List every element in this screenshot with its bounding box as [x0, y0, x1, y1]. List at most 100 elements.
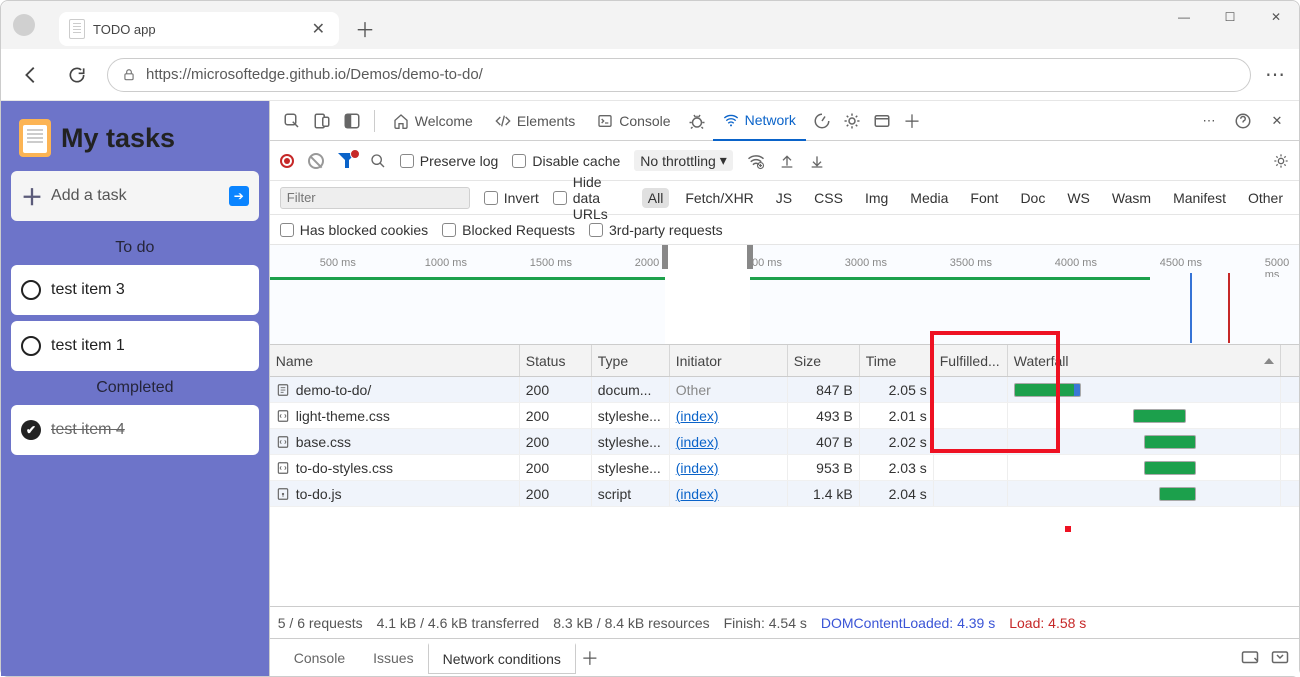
- filter-type-other[interactable]: Other: [1242, 188, 1289, 208]
- app-heading: My tasks: [61, 123, 175, 154]
- tab-close-button[interactable]: ✕: [308, 19, 329, 39]
- memory-tab[interactable]: [838, 107, 866, 135]
- inspect-element-button[interactable]: [278, 107, 306, 135]
- close-window-button[interactable]: ✕: [1253, 1, 1299, 33]
- drawer-tab-network-conditions[interactable]: Network conditions: [428, 643, 576, 674]
- back-button[interactable]: [15, 59, 47, 91]
- address-bar[interactable]: https://microsoftedge.github.io/Demos/de…: [107, 58, 1251, 92]
- task-checkbox[interactable]: [21, 336, 41, 356]
- tab-welcome[interactable]: Welcome: [383, 101, 483, 141]
- reload-button[interactable]: [61, 59, 93, 91]
- disable-cache-checkbox[interactable]: Disable cache: [512, 153, 620, 169]
- col-fulfilled[interactable]: Fulfilled...: [934, 345, 1008, 376]
- page-favicon: [69, 19, 85, 39]
- record-button[interactable]: [280, 154, 294, 168]
- filter-type-media[interactable]: Media: [904, 188, 954, 208]
- request-row[interactable]: to-do.js200script(index)1.4 kB2.04 s: [270, 481, 1299, 507]
- blocked-requests-checkbox[interactable]: Blocked Requests: [442, 222, 575, 238]
- network-timeline[interactable]: 500 ms1000 ms1500 ms2000 ms2500 ms3000 m…: [270, 245, 1299, 345]
- task-label: test item 1: [51, 337, 125, 355]
- browser-menu-button[interactable]: ⋯: [1265, 62, 1285, 87]
- drawer-add-tab[interactable]: ＋: [576, 644, 604, 672]
- invert-checkbox[interactable]: Invert: [484, 190, 539, 206]
- dock-button[interactable]: [338, 107, 366, 135]
- navigation-bar: https://microsoftedge.github.io/Demos/de…: [1, 49, 1299, 101]
- clipboard-icon: [19, 119, 51, 157]
- filter-type-fetchxhr[interactable]: Fetch/XHR: [679, 188, 759, 208]
- task-checkmark-icon[interactable]: ✔: [21, 420, 41, 440]
- preserve-log-checkbox[interactable]: Preserve log: [400, 153, 499, 169]
- window-controls: — ☐ ✕: [1161, 1, 1299, 33]
- filter-input[interactable]: [280, 187, 470, 209]
- drawer-tab-console[interactable]: Console: [280, 644, 359, 672]
- devtools-more-button[interactable]: ⋯: [1195, 107, 1223, 135]
- throttling-dropdown[interactable]: No throttling▾: [634, 150, 733, 171]
- profile-avatar[interactable]: [13, 14, 35, 36]
- maximize-button[interactable]: ☐: [1207, 1, 1253, 33]
- filter-type-all[interactable]: All: [642, 188, 670, 208]
- task-checkbox[interactable]: [21, 280, 41, 300]
- clear-button[interactable]: [308, 153, 324, 169]
- request-row[interactable]: to-do-styles.css200styleshe...(index)953…: [270, 455, 1299, 481]
- minimize-button[interactable]: —: [1161, 1, 1207, 33]
- timeline-tick: 4000 ms: [1055, 257, 1097, 269]
- submit-arrow-icon[interactable]: ➔: [229, 186, 249, 206]
- filter-type-doc[interactable]: Doc: [1014, 188, 1051, 208]
- tab-console[interactable]: Console: [587, 101, 680, 141]
- task-item[interactable]: test item 3: [11, 265, 259, 315]
- url-text: https://microsoftedge.github.io/Demos/de…: [146, 66, 483, 83]
- request-row[interactable]: demo-to-do/200docum...Other847 B2.05 s: [270, 377, 1299, 403]
- request-row[interactable]: base.css200styleshe...(index)407 B2.02 s: [270, 429, 1299, 455]
- timeline-tick: 4500 ms: [1160, 257, 1202, 269]
- home-icon: [393, 113, 409, 129]
- col-size[interactable]: Size: [788, 345, 860, 376]
- close-devtools-button[interactable]: ✕: [1263, 107, 1291, 135]
- col-initiator[interactable]: Initiator: [670, 345, 788, 376]
- drawer-command-icon[interactable]: [1241, 650, 1259, 666]
- col-waterfall[interactable]: Waterfall: [1008, 345, 1281, 376]
- performance-tab[interactable]: [808, 107, 836, 135]
- search-icon[interactable]: [370, 153, 386, 169]
- blocked-cookies-checkbox[interactable]: Has blocked cookies: [280, 222, 428, 238]
- section-todo-label: To do: [11, 237, 259, 265]
- filter-type-font[interactable]: Font: [964, 188, 1004, 208]
- add-task-input[interactable]: ＋ Add a task ➔: [11, 171, 259, 221]
- table-header: Name Status Type Initiator Size Time Ful…: [270, 345, 1299, 377]
- browser-tab[interactable]: TODO app ✕: [59, 12, 339, 46]
- drawer-close-icon[interactable]: [1271, 650, 1289, 666]
- tab-network[interactable]: Network: [713, 101, 806, 141]
- devtools-tabs: Welcome Elements Console Network ＋ ⋯ ✕: [270, 101, 1299, 141]
- filter-type-js[interactable]: JS: [770, 188, 798, 208]
- filter-type-wasm[interactable]: Wasm: [1106, 188, 1157, 208]
- todo-app-panel: My tasks ＋ Add a task ➔ To do test item …: [1, 101, 269, 676]
- drawer-tab-issues[interactable]: Issues: [359, 644, 427, 672]
- filter-type-ws[interactable]: WS: [1061, 188, 1096, 208]
- settings-icon[interactable]: [1273, 153, 1289, 169]
- application-tab[interactable]: [868, 107, 896, 135]
- request-row[interactable]: light-theme.css200styleshe...(index)493 …: [270, 403, 1299, 429]
- new-tab-button[interactable]: ＋: [355, 14, 375, 43]
- filter-type-img[interactable]: Img: [859, 188, 894, 208]
- filter-toggle-button[interactable]: [338, 153, 356, 169]
- add-task-placeholder: Add a task: [51, 187, 221, 205]
- filter-type-css[interactable]: CSS: [808, 188, 849, 208]
- add-tab-button[interactable]: ＋: [898, 107, 926, 135]
- device-emulator-button[interactable]: [308, 107, 336, 135]
- col-type[interactable]: Type: [592, 345, 670, 376]
- network-toolbar: Preserve log Disable cache No throttling…: [270, 141, 1299, 181]
- import-har-icon[interactable]: [779, 153, 795, 169]
- load-time: Load: 4.58 s: [1009, 615, 1086, 631]
- bug-icon[interactable]: [683, 107, 711, 135]
- help-button[interactable]: [1229, 107, 1257, 135]
- col-time[interactable]: Time: [860, 345, 934, 376]
- task-item-done[interactable]: ✔test item 4: [11, 405, 259, 455]
- third-party-checkbox[interactable]: 3rd-party requests: [589, 222, 723, 238]
- tab-elements[interactable]: Elements: [485, 101, 585, 141]
- export-har-icon[interactable]: [809, 153, 825, 169]
- task-item[interactable]: test item 1: [11, 321, 259, 371]
- col-status[interactable]: Status: [520, 345, 592, 376]
- col-name[interactable]: Name: [270, 345, 520, 376]
- filter-type-manifest[interactable]: Manifest: [1167, 188, 1232, 208]
- network-conditions-icon[interactable]: [747, 152, 765, 170]
- annotation-marker: [1065, 526, 1071, 532]
